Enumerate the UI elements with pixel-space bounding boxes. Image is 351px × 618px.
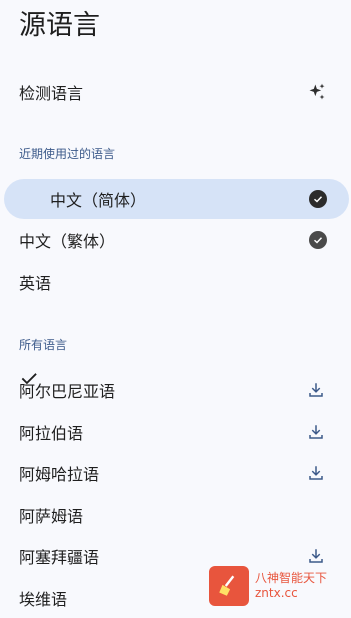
- language-label: 中文（简体）: [50, 191, 147, 210]
- download-icon[interactable]: [307, 423, 325, 441]
- language-item-ar[interactable]: 阿拉伯语: [0, 412, 351, 452]
- language-label: 英语: [19, 274, 52, 293]
- watermark-url: zntx.cc: [255, 586, 298, 600]
- language-item-as[interactable]: 阿萨姆语: [0, 495, 351, 535]
- language-label: 埃维语: [19, 590, 68, 609]
- watermark-title: 八神智能天下: [255, 571, 328, 585]
- language-label: 阿萨姆语: [19, 507, 84, 526]
- language-item-zh-traditional[interactable]: 中文（繁体）: [0, 220, 351, 260]
- page-title: 源语言: [19, 10, 100, 41]
- detect-language-label: 检测语言: [19, 84, 84, 103]
- language-label: 阿姆哈拉语: [19, 465, 100, 484]
- detect-language-row[interactable]: 检测语言: [0, 72, 351, 112]
- download-icon[interactable]: [307, 464, 325, 482]
- language-item-am[interactable]: 阿姆哈拉语: [0, 453, 351, 493]
- all-languages-header: 所有语言: [19, 338, 68, 352]
- watermark: 八神智能天下 zntx.cc: [209, 562, 349, 610]
- downloaded-check-icon: [309, 231, 327, 249]
- downloaded-check-icon: [309, 190, 327, 208]
- language-item-zh-simplified[interactable]: 中文（简体）: [0, 179, 351, 385]
- language-label: 阿拉伯语: [19, 424, 84, 443]
- broom-logo-icon: [209, 566, 249, 606]
- language-label: 阿尔巴尼亚语: [19, 382, 116, 401]
- recent-languages-header: 近期使用过的语言: [19, 147, 116, 161]
- language-item-en[interactable]: 英语: [0, 262, 351, 302]
- download-icon[interactable]: [307, 381, 325, 399]
- language-item-sq[interactable]: 阿尔巴尼亚语: [0, 370, 351, 410]
- language-label: 阿塞拜疆语: [19, 548, 100, 567]
- language-label: 中文（繁体）: [19, 232, 116, 251]
- sparkle-icon: [309, 83, 325, 100]
